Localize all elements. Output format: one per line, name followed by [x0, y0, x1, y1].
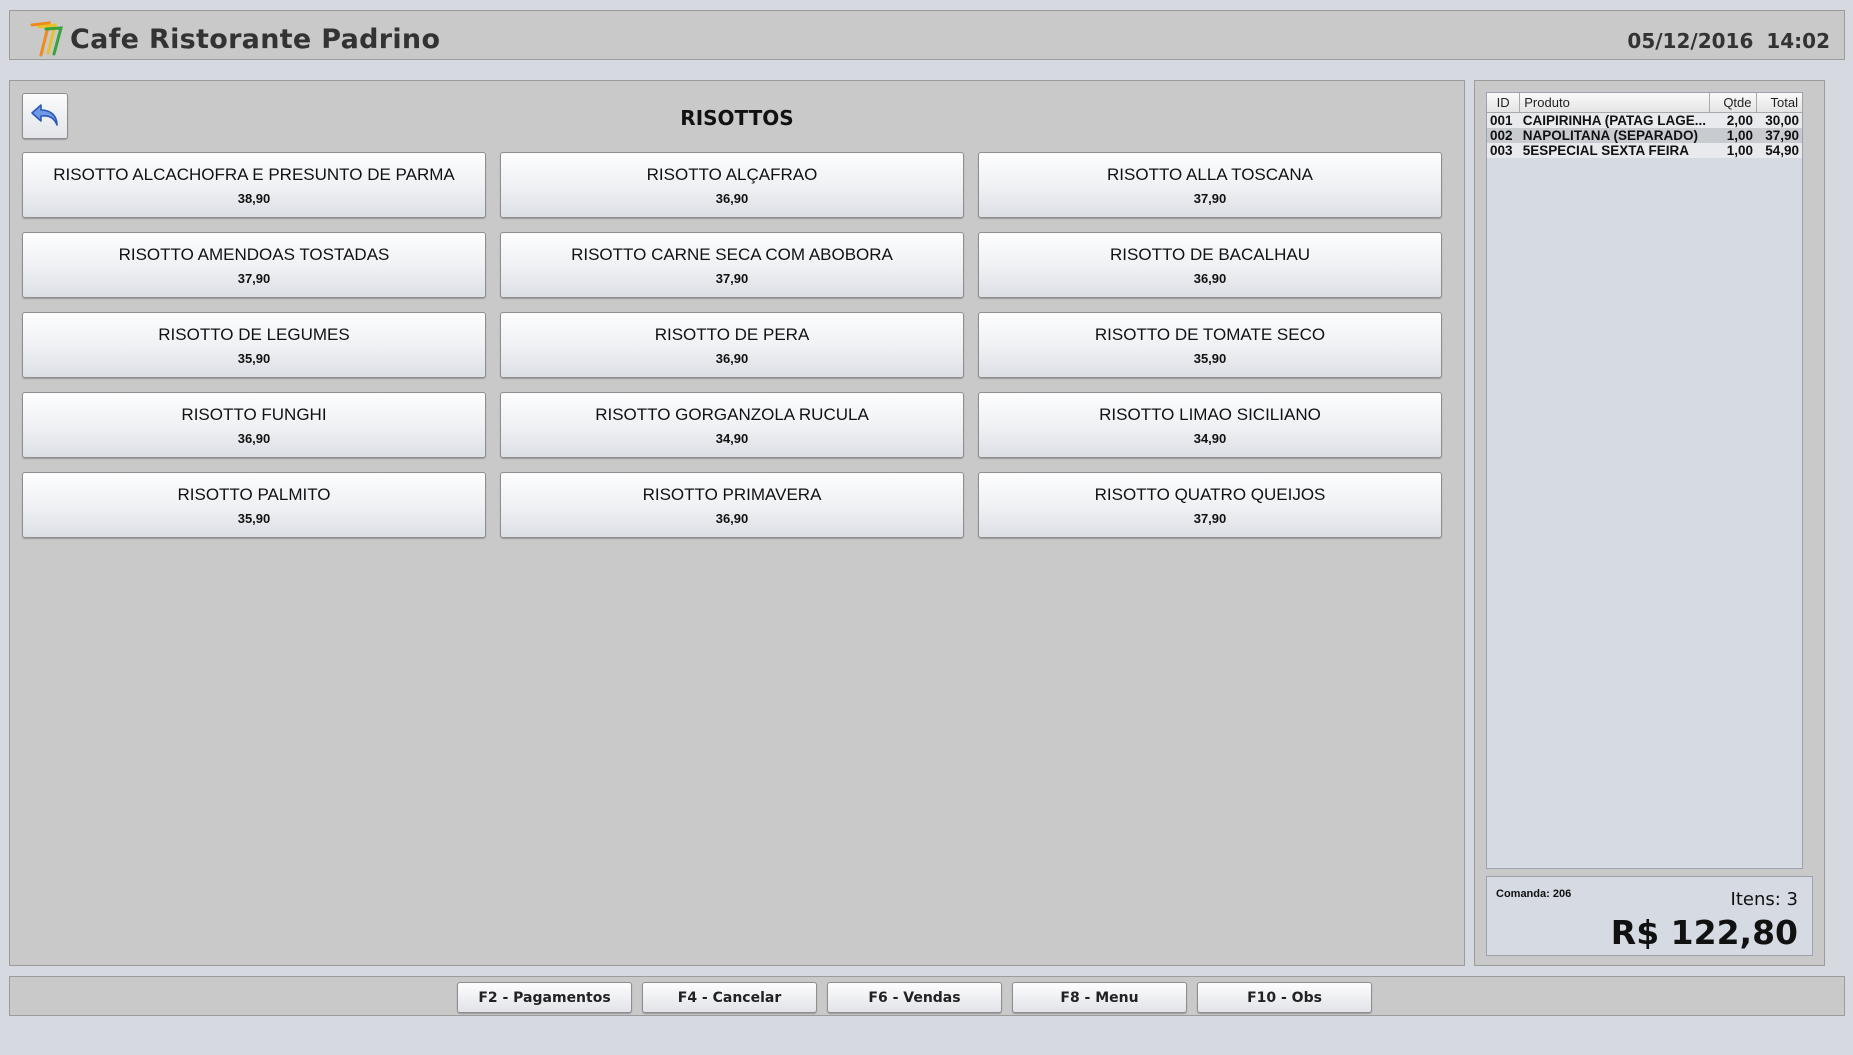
product-button[interactable]: RISOTTO LIMAO SICILIANO 34,90	[978, 392, 1442, 458]
product-price: 37,90	[1193, 510, 1227, 526]
product-button[interactable]: RISOTTO FUNGHI 36,90	[22, 392, 486, 458]
comanda-label: Comanda: 206	[1496, 888, 1572, 900]
order-item-total: 37,90	[1756, 128, 1802, 143]
order-summary: Comanda: 206 Itens: 3 R$ 122,80	[1486, 876, 1813, 956]
payments-button[interactable]: F2 - Pagamentos	[457, 982, 632, 1013]
product-name: RISOTTO ALCACHOFRA E PRESUNTO DE PARMA	[53, 164, 455, 184]
column-header-id[interactable]: ID	[1487, 93, 1521, 113]
product-button[interactable]: RISOTTO DE TOMATE SECO 35,90	[978, 312, 1442, 378]
order-item-qty: 1,00	[1709, 143, 1756, 158]
product-button[interactable]: RISOTTO DE BACALHAU 36,90	[978, 232, 1442, 298]
order-row[interactable]: 003 5ESPECIAL SEXTA FEIRA 1,00 54,90	[1487, 143, 1802, 158]
time-label: 14:02	[1766, 29, 1830, 53]
product-name: RISOTTO CARNE SECA COM ABOBORA	[571, 244, 893, 264]
logo-icon	[30, 21, 63, 57]
product-price: 34,90	[1193, 430, 1227, 446]
product-button[interactable]: RISOTTO GORGANZOLA RUCULA 34,90	[500, 392, 964, 458]
order-table-header: ID Produto Qtde Total	[1487, 93, 1802, 113]
menu-button[interactable]: F8 - Menu	[1012, 982, 1187, 1013]
product-price: 37,90	[715, 270, 749, 286]
product-price: 35,90	[237, 510, 271, 526]
product-button[interactable]: RISOTTO DE PERA 36,90	[500, 312, 964, 378]
order-item-id: 002	[1487, 128, 1520, 143]
order-item-product: CAIPIRINHA (PATAG LAGE...	[1519, 112, 1710, 128]
product-panel: RISOTTOS RISOTTO ALCACHOFRA E PRESUNTO D…	[9, 80, 1465, 966]
column-header-total[interactable]: Total	[1756, 93, 1802, 113]
category-title: RISOTTOS	[680, 106, 794, 130]
order-item-product: NAPOLITANA (SEPARADO)	[1519, 128, 1710, 143]
datetime-display: 05/12/2016 14:02	[1627, 29, 1830, 53]
order-item-qty: 1,00	[1709, 128, 1756, 143]
product-price: 38,90	[237, 190, 271, 206]
cancel-button[interactable]: F4 - Cancelar	[642, 982, 817, 1013]
product-name: RISOTTO PRIMAVERA	[642, 484, 822, 504]
order-item-total: 54,90	[1756, 143, 1802, 158]
product-price: 35,90	[237, 350, 271, 366]
product-name: RISOTTO DE PERA	[654, 324, 810, 344]
obs-button[interactable]: F10 - Obs	[1197, 982, 1372, 1013]
product-name: RISOTTO LIMAO SICILIANO	[1099, 404, 1321, 424]
footer-bar: F2 - Pagamentos F4 - Cancelar F6 - Venda…	[9, 976, 1845, 1016]
grand-total: R$ 122,80	[1610, 913, 1798, 952]
product-name: RISOTTO DE LEGUMES	[158, 324, 350, 344]
order-panel: ID Produto Qtde Total 001 CAIPIRINHA (PAT…	[1474, 80, 1825, 966]
product-button[interactable]: RISOTTO PALMITO 35,90	[22, 472, 486, 538]
order-list[interactable]: ID Produto Qtde Total 001 CAIPIRINHA (PAT…	[1486, 92, 1803, 869]
order-item-qty: 2,00	[1709, 112, 1756, 128]
product-name: RISOTTO DE BACALHAU	[1110, 244, 1310, 264]
product-price: 37,90	[237, 270, 271, 286]
product-price: 37,90	[1193, 190, 1227, 206]
product-button[interactable]: RISOTTO ALLA TOSCANA 37,90	[978, 152, 1442, 218]
order-item-total: 30,00	[1756, 112, 1802, 128]
order-item-id: 003	[1487, 143, 1520, 158]
product-name: RISOTTO ALÇAFRAO	[646, 164, 818, 184]
product-button[interactable]: RISOTTO DE LEGUMES 35,90	[22, 312, 486, 378]
items-count: Itens: 3	[1730, 889, 1798, 910]
product-price: 36,90	[237, 430, 271, 446]
order-row[interactable]: 001 CAIPIRINHA (PATAG LAGE... 2,00 30,00	[1487, 112, 1802, 128]
function-key-bar: F2 - Pagamentos F4 - Cancelar F6 - Venda…	[457, 982, 1372, 1013]
product-name: RISOTTO PALMITO	[177, 484, 331, 504]
product-name: RISOTTO GORGANZOLA RUCULA	[595, 404, 869, 424]
sales-button[interactable]: F6 - Vendas	[827, 982, 1002, 1013]
order-table: ID Produto Qtde Total 001 CAIPIRINHA (PAT…	[1487, 93, 1802, 158]
product-grid: RISOTTO ALCACHOFRA E PRESUNTO DE PARMA 38…	[22, 152, 1452, 538]
product-price: 35,90	[1193, 350, 1227, 366]
product-price: 36,90	[1193, 270, 1227, 286]
column-header-product[interactable]: Produto	[1519, 93, 1710, 113]
order-item-product: 5ESPECIAL SEXTA FEIRA	[1519, 143, 1710, 158]
column-header-qty[interactable]: Qtde	[1709, 93, 1757, 113]
product-price: 36,90	[715, 350, 749, 366]
product-button[interactable]: RISOTTO ALCACHOFRA E PRESUNTO DE PARMA 38…	[22, 152, 486, 218]
app-title: Cafe Ristorante Padrino	[70, 24, 441, 55]
product-name: RISOTTO ALLA TOSCANA	[1107, 164, 1313, 184]
product-name: RISOTTO QUATRO QUEIJOS	[1094, 484, 1326, 504]
product-price: 36,90	[715, 510, 749, 526]
order-item-id: 001	[1487, 112, 1520, 128]
product-price: 34,90	[715, 430, 749, 446]
product-button[interactable]: RISOTTO ALÇAFRAO 36,90	[500, 152, 964, 218]
product-name: RISOTTO DE TOMATE SECO	[1094, 324, 1326, 344]
product-price: 36,90	[715, 190, 749, 206]
product-button[interactable]: RISOTTO AMENDOAS TOSTADAS 37,90	[22, 232, 486, 298]
header-bar: Cafe Ristorante Padrino 05/12/2016 14:02	[9, 10, 1845, 60]
order-row[interactable]: 002 NAPOLITANA (SEPARADO) 1,00 37,90	[1487, 128, 1802, 143]
product-name: RISOTTO FUNGHI	[181, 404, 327, 424]
product-name: RISOTTO AMENDOAS TOSTADAS	[118, 244, 390, 264]
product-button[interactable]: RISOTTO QUATRO QUEIJOS 37,90	[978, 472, 1442, 538]
date-label: 05/12/2016	[1627, 29, 1754, 53]
product-button[interactable]: RISOTTO CARNE SECA COM ABOBORA 37,90	[500, 232, 964, 298]
product-button[interactable]: RISOTTO PRIMAVERA 36,90	[500, 472, 964, 538]
